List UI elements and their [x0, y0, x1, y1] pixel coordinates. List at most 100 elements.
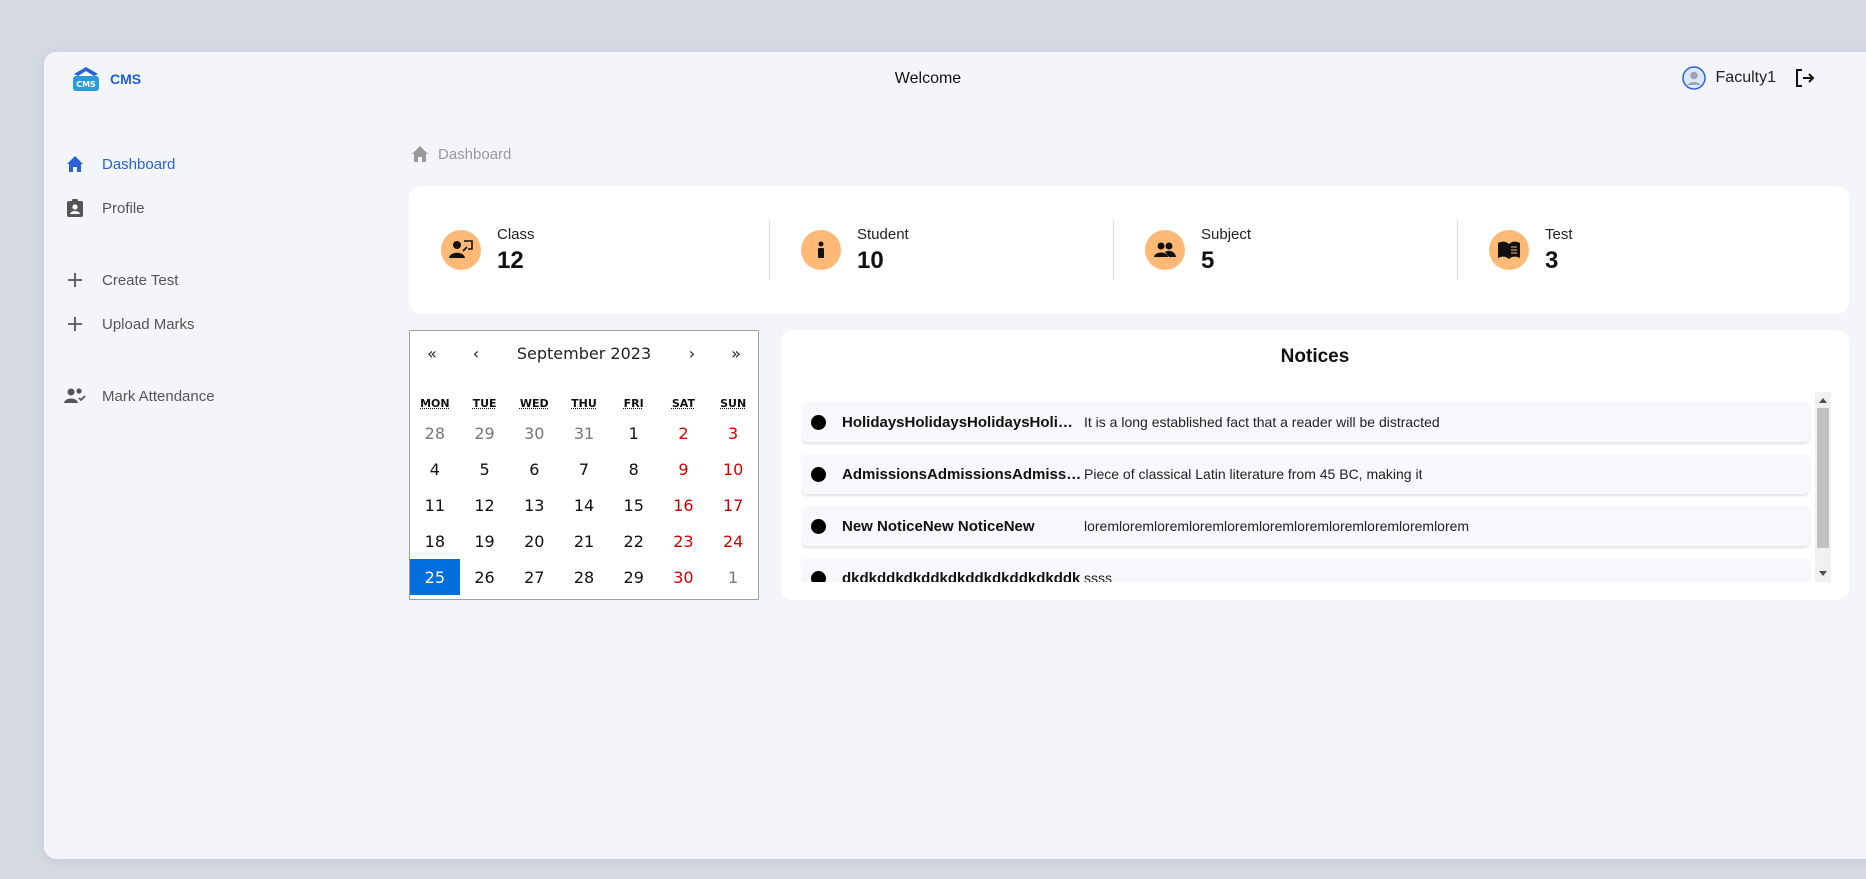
bullet-icon: [811, 571, 826, 583]
calendar-day[interactable]: 7: [559, 451, 609, 487]
calendar-weekdays: MON TUE WED THU FRI SAT SUN: [410, 391, 758, 415]
calendar-day[interactable]: 9: [659, 451, 709, 487]
sidebar-item-label: Dashboard: [102, 156, 175, 173]
calendar-day[interactable]: 14: [559, 487, 609, 523]
notice-item[interactable]: AdmissionsAdmissionsAdmissions Piece of c…: [801, 454, 1809, 494]
notice-item[interactable]: HolidaysHolidaysHolidaysHolidays It is a …: [801, 402, 1809, 442]
calendar-day[interactable]: 30: [509, 415, 559, 451]
plus-icon: [64, 313, 86, 335]
app-window: CMS CMS Welcome Faculty1 Dashboard Profi…: [44, 52, 1866, 859]
calendar-day[interactable]: 28: [410, 415, 460, 451]
stat-label: Class: [497, 226, 535, 243]
calendar-day[interactable]: 23: [659, 523, 709, 559]
logout-icon[interactable]: [1792, 66, 1816, 90]
bullet-icon: [811, 467, 826, 482]
calendar-day[interactable]: 29: [609, 559, 659, 595]
month-label[interactable]: September 2023: [498, 344, 670, 363]
weekday-label: MON: [410, 397, 460, 410]
sidebar-item-label: Mark Attendance: [102, 388, 215, 405]
calendar-day[interactable]: 28: [559, 559, 609, 595]
calendar-day[interactable]: 19: [460, 523, 510, 559]
calendar-day[interactable]: 5: [460, 451, 510, 487]
notice-item[interactable]: dkdkddkdkddkdkddkdkddkdkddk ssss: [801, 558, 1809, 582]
calendar-day[interactable]: 31: [559, 415, 609, 451]
notice-item[interactable]: New NoticeNew NoticeNew loremloremloremlo…: [801, 506, 1809, 546]
weekday-label: SAT: [659, 397, 709, 410]
calendar-day[interactable]: 15: [609, 487, 659, 523]
sidebar: Dashboard Profile Create Test Upload Mar…: [64, 142, 364, 418]
notice-list: HolidaysHolidaysHolidaysHolidays It is a …: [801, 392, 1831, 582]
home-icon: [64, 153, 86, 175]
weekday-label: SUN: [708, 397, 758, 410]
bullet-icon: [811, 519, 826, 534]
stat-label: Subject: [1201, 226, 1251, 243]
calendar-day[interactable]: 3: [708, 415, 758, 451]
calendar-day[interactable]: 10: [708, 451, 758, 487]
calendar-day[interactable]: 24: [708, 523, 758, 559]
notice-body: It is a long established fact that a rea…: [1082, 414, 1440, 430]
calendar-day[interactable]: 11: [410, 487, 460, 523]
calendar-day[interactable]: 2: [659, 415, 709, 451]
calendar-day[interactable]: 27: [509, 559, 559, 595]
sidebar-item-label: Profile: [102, 200, 145, 217]
stat-subject: Subject 5: [1113, 221, 1457, 279]
scrollbar-thumb[interactable]: [1817, 408, 1829, 548]
calendar-day[interactable]: 18: [410, 523, 460, 559]
calendar-day[interactable]: 26: [460, 559, 510, 595]
info-icon: [801, 230, 841, 270]
user-name: Faculty1: [1716, 69, 1776, 87]
scrollbar[interactable]: [1815, 392, 1831, 582]
stat-label: Test: [1545, 226, 1573, 243]
breadcrumb-label: Dashboard: [438, 146, 511, 163]
notice-body: loremloremloremloremloremloremloremlorem…: [1082, 518, 1469, 534]
calendar-day-selected[interactable]: 25: [410, 559, 460, 595]
stat-value: 3: [1545, 247, 1573, 275]
calendar: « ‹ September 2023 › » MON TUE WED THU FRI SA…: [409, 330, 759, 600]
calendar-day[interactable]: 13: [509, 487, 559, 523]
sidebar-item-label: Create Test: [102, 272, 178, 289]
scroll-up-icon[interactable]: [1815, 392, 1831, 408]
stat-value: 12: [497, 247, 535, 275]
calendar-day[interactable]: 6: [509, 451, 559, 487]
calendar-day[interactable]: 12: [460, 487, 510, 523]
sidebar-item-profile[interactable]: Profile: [64, 186, 364, 230]
calendar-day[interactable]: 22: [609, 523, 659, 559]
notices-title: Notices: [781, 346, 1849, 368]
plus-icon: [64, 269, 86, 291]
prev-year-button[interactable]: «: [410, 344, 454, 363]
stat-value: 10: [857, 247, 909, 275]
sidebar-item-upload-marks[interactable]: Upload Marks: [64, 302, 364, 346]
next-month-button[interactable]: ›: [670, 344, 714, 363]
notice-body: ssss: [1082, 570, 1112, 582]
next-year-button[interactable]: »: [714, 344, 758, 363]
calendar-day[interactable]: 20: [509, 523, 559, 559]
notice-title: HolidaysHolidaysHolidaysHolidays: [842, 414, 1082, 431]
scroll-down-icon[interactable]: [1815, 566, 1831, 582]
calendar-day[interactable]: 29: [460, 415, 510, 451]
sidebar-item-create-test[interactable]: Create Test: [64, 258, 364, 302]
group-icon: [1145, 230, 1185, 270]
calendar-day[interactable]: 21: [559, 523, 609, 559]
people-check-icon: [64, 385, 86, 407]
user-area: Faculty1: [1682, 66, 1816, 90]
calendar-day[interactable]: 30: [659, 559, 709, 595]
home-icon[interactable]: [410, 144, 430, 164]
sidebar-item-dashboard[interactable]: Dashboard: [64, 142, 364, 186]
stat-test: Test 3: [1457, 221, 1849, 279]
calendar-day[interactable]: 1: [609, 415, 659, 451]
notice-title: New NoticeNew NoticeNew: [842, 518, 1082, 535]
calendar-day[interactable]: 17: [708, 487, 758, 523]
stat-label: Student: [857, 226, 909, 243]
weekday-label: TUE: [460, 397, 510, 410]
calendar-day[interactable]: 4: [410, 451, 460, 487]
calendar-day[interactable]: 1: [708, 559, 758, 595]
calendar-day[interactable]: 16: [659, 487, 709, 523]
weekday-label: FRI: [609, 397, 659, 410]
book-icon: [1489, 230, 1529, 270]
calendar-day[interactable]: 8: [609, 451, 659, 487]
notice-items: HolidaysHolidaysHolidaysHolidays It is a …: [801, 402, 1809, 582]
breadcrumb: Dashboard: [410, 144, 511, 164]
prev-month-button[interactable]: ‹: [454, 344, 498, 363]
sidebar-item-mark-attendance[interactable]: Mark Attendance: [64, 374, 364, 418]
avatar-icon[interactable]: [1682, 66, 1706, 90]
